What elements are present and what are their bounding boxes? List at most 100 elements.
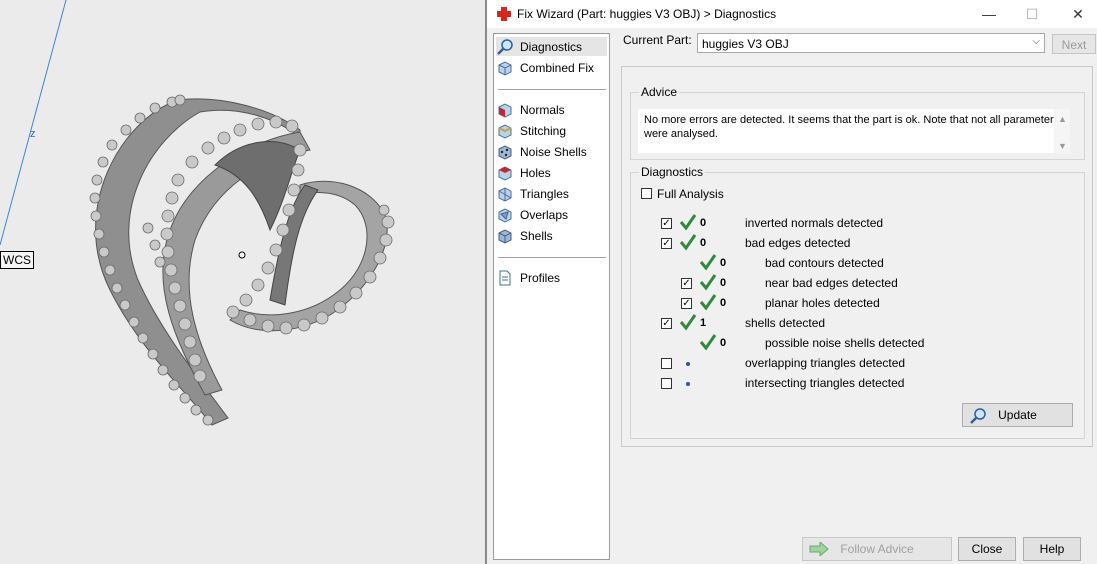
normals-cube-icon [498,102,512,118]
full-analysis-label: Full Analysis [657,187,724,201]
sidebar-item-label: Shells [520,228,553,243]
document-icon [499,270,511,285]
overlaps-cube-icon [498,207,512,223]
bad-edges-count: 0 [700,237,707,249]
advice-group: Advice No more errors are detected. It s… [630,85,1085,160]
check-icon [699,334,717,351]
sidebar-item-label: Triangles [520,186,569,201]
stitching-cube-icon [498,123,512,139]
sidebar-item-label: Overlaps [520,207,569,222]
sidebar-item-normals[interactable]: Normals [496,100,607,119]
check-icon [699,274,717,291]
shells-cube-icon [498,228,512,244]
check-icon [679,214,697,231]
chevron-down-icon: ⌵ [1032,36,1040,47]
intersecting-triangles-label: intersecting triangles detected [745,376,905,390]
sidebar-item-overlaps[interactable]: Overlaps [496,205,607,224]
close-button[interactable]: Close [958,537,1016,561]
shells-checkbox[interactable]: ✓ [661,318,672,329]
bad-edges-label: bad edges detected [745,236,851,250]
inverted-normals-checkbox[interactable]: ✓ [661,218,672,229]
z-axis-label: z [30,128,36,140]
check-icon [699,294,717,311]
check-icon [679,234,697,251]
near-bad-edges-checkbox[interactable]: ✓ [681,278,692,289]
follow-advice-button[interactable]: Follow Advice [802,537,952,561]
near-bad-edges-label: near bad edges detected [765,276,898,290]
magnifier-icon [970,408,986,424]
title-bar[interactable]: Fix Wizard (Part: huggies V3 OBJ) > Diag… [487,0,1097,28]
sidebar-item-shells[interactable]: Shells [496,226,607,245]
advice-text: No more errors are detected. It seems th… [644,114,1060,140]
sidebar-item-combined-fix[interactable]: Combined Fix [496,58,607,77]
3d-viewport[interactable]: z WCS [0,0,485,564]
help-button[interactable]: Help [1023,537,1081,561]
noise-shells-icon [498,144,512,160]
bad-contours-label: bad contours detected [765,256,884,270]
magnifier-icon [497,38,513,55]
update-label: Update [998,408,1037,422]
minimize-button[interactable]: — [974,4,1004,24]
wcs-label: WCS [0,251,34,269]
update-button[interactable]: Update [962,403,1073,427]
current-part-select[interactable]: huggies V3 OBJ ⌵ [697,33,1045,53]
current-part-label: Current Part: [623,33,692,47]
advice-text-box: No more errors are detected. It seems th… [638,109,1070,153]
sidebar-divider [498,257,606,258]
close-window-button[interactable]: ✕ [1063,4,1093,24]
sidebar-item-profiles[interactable]: Profiles [496,268,607,287]
arrow-right-icon [809,542,829,556]
model-canvas [0,0,395,426]
sidebar-item-label: Normals [520,102,565,117]
diagnostics-group: Diagnostics Full Analysis ✓ 0 inverted n… [630,165,1085,439]
diagnostics-title: Diagnostics [639,165,706,179]
planar-holes-count: 0 [720,297,727,309]
bad-contours-count: 0 [720,257,727,269]
sidebar-item-label: Holes [520,165,551,180]
shells-label: shells detected [745,316,826,330]
intersecting-triangles-checkbox[interactable] [661,378,672,389]
sidebar-item-diagnostics[interactable]: Diagnostics [496,37,607,56]
maximize-button[interactable]: ☐ [1017,4,1047,24]
bad-edges-checkbox[interactable]: ✓ [661,238,672,249]
pending-dot-icon [686,382,690,386]
next-button[interactable]: Next [1052,34,1096,54]
sidebar-item-label: Profiles [520,270,561,285]
full-analysis-checkbox[interactable] [641,188,652,199]
near-bad-edges-count: 0 [720,277,727,289]
sidebar-divider [498,89,606,90]
sidebar-item-holes[interactable]: Holes [496,163,607,182]
inverted-normals-label: inverted normals detected [745,216,884,230]
cube-icon [498,60,512,76]
sidebar-item-label: Stitching [520,123,567,138]
inverted-normals-count: 0 [700,217,707,229]
scroll-up-icon[interactable]: ▲ [1058,112,1067,126]
wizard-sidebar: Diagnostics Combined Fix Normals Stitchi… [493,33,610,560]
scroll-down-icon[interactable]: ▼ [1058,139,1067,153]
diagnostics-panel: Advice No more errors are detected. It s… [621,66,1093,447]
advice-title: Advice [639,85,680,99]
holes-cube-icon [498,165,512,181]
sidebar-item-stitching[interactable]: Stitching [496,121,607,140]
noise-shells-label: possible noise shells detected [765,336,925,350]
overlapping-triangles-label: overlapping triangles detected [745,356,906,370]
noise-shells-count: 0 [720,337,727,349]
check-icon [679,314,697,331]
current-part-value: huggies V3 OBJ [702,37,789,51]
sidebar-item-noise-shells[interactable]: Noise Shells [496,142,607,161]
sidebar-item-label: Combined Fix [520,60,595,75]
window-title: Fix Wizard (Part: huggies V3 OBJ) > Diag… [517,7,777,21]
ring-model [89,94,395,426]
advice-scrollbar[interactable]: ▲ ▼ [1054,109,1070,153]
planar-holes-label: planar holes detected [765,296,880,310]
overlapping-triangles-checkbox[interactable] [661,358,672,369]
red-cross-icon [497,7,511,21]
planar-holes-checkbox[interactable]: ✓ [681,298,692,309]
triangles-cube-icon [498,186,512,202]
fix-wizard-dialog: Fix Wizard (Part: huggies V3 OBJ) > Diag… [485,0,1097,564]
sidebar-item-label: Diagnostics [520,39,583,54]
sidebar-item-triangles[interactable]: Triangles [496,184,607,203]
shells-count: 1 [700,317,707,329]
pending-dot-icon [686,362,690,366]
follow-advice-label: Follow Advice [840,542,914,556]
